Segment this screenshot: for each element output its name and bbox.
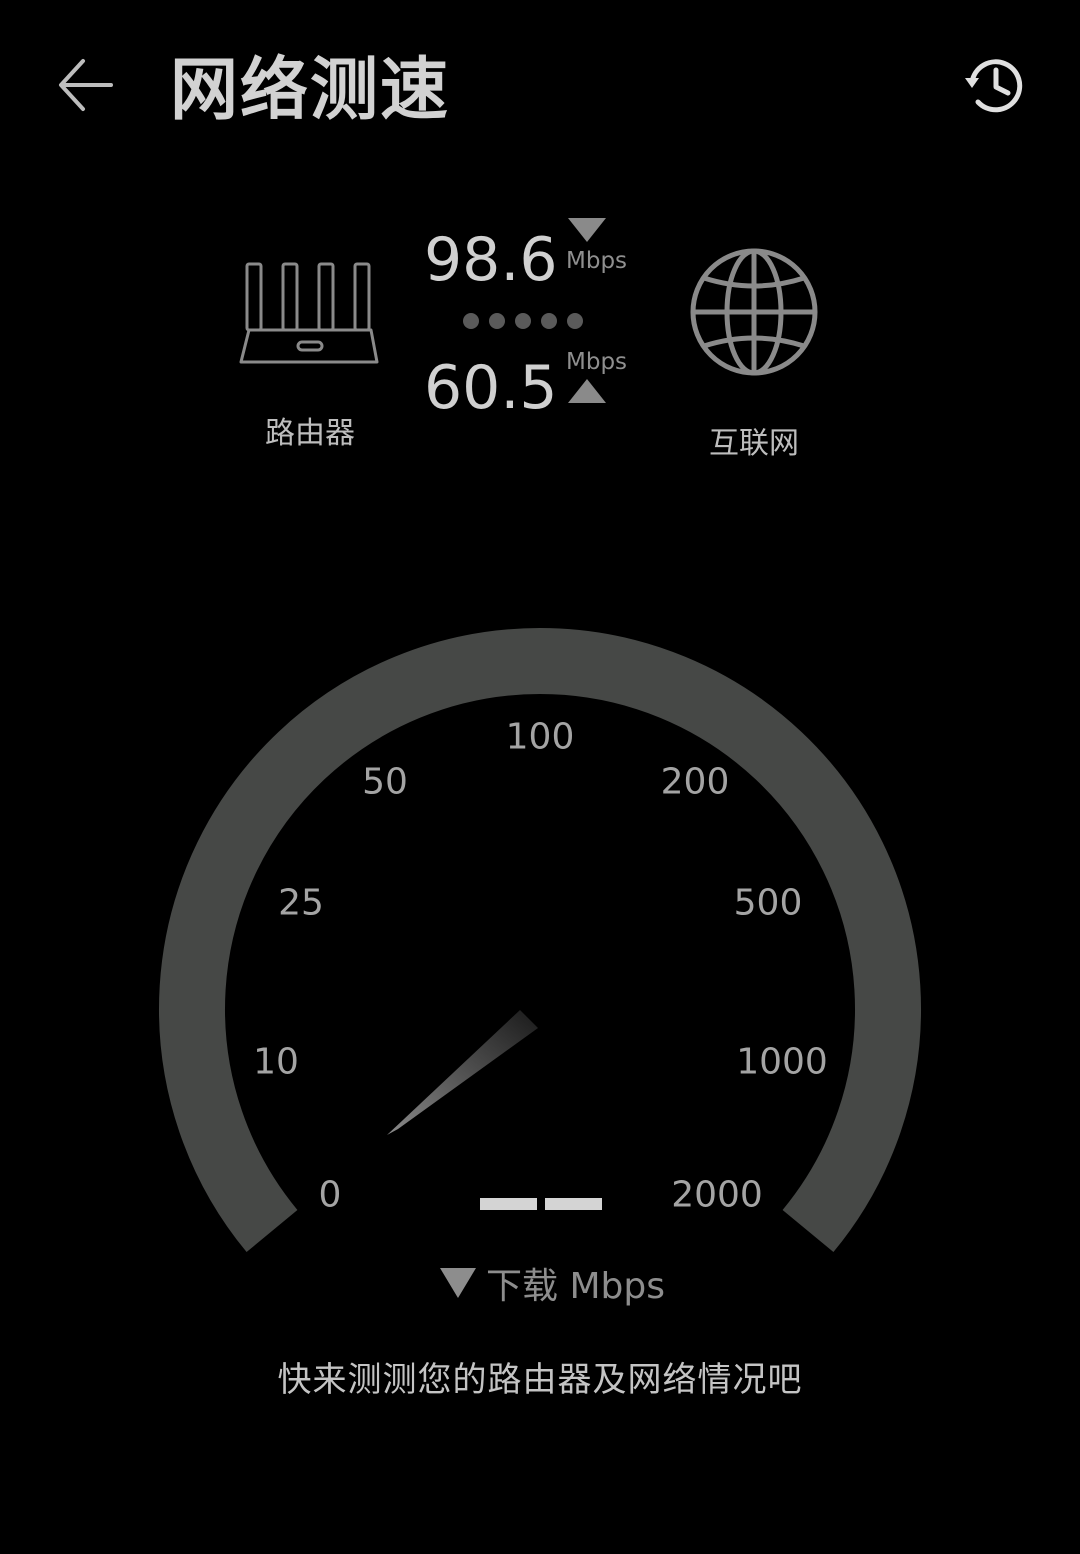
gauge-tick-label: 10 xyxy=(253,1041,299,1083)
dot xyxy=(489,313,505,329)
gauge-tick-label: 500 xyxy=(733,882,803,924)
gauge-tick-label: 0 xyxy=(318,1174,342,1216)
reading-dash xyxy=(480,1198,537,1210)
gauge-tick-label: 2000 xyxy=(671,1174,763,1216)
history-clock-icon xyxy=(965,59,1023,113)
gauge-tick-label: 1000 xyxy=(736,1041,828,1083)
gauge-tick-label: 50 xyxy=(362,761,408,803)
dot xyxy=(567,313,583,329)
internet-label: 互联网 xyxy=(709,426,799,461)
download-arrow-icon xyxy=(568,218,606,242)
upload-speed-value: 60.5 xyxy=(424,353,558,423)
gauge-caption-text: 下载 Mbps xyxy=(486,1266,665,1307)
gauge-caption: 下载 Mbps xyxy=(440,1258,665,1308)
back-button[interactable] xyxy=(40,40,130,130)
download-speed-value: 98.6 xyxy=(424,225,558,295)
dot xyxy=(515,313,531,329)
reading-dash xyxy=(545,1198,602,1210)
page-title: 网络测速 xyxy=(170,51,451,130)
back-arrow-icon xyxy=(59,59,113,111)
router-label: 路由器 xyxy=(265,416,355,451)
speed-reading-placeholder xyxy=(480,1198,602,1210)
gauge-needle xyxy=(387,1010,538,1135)
gauge-tick-label: 200 xyxy=(660,761,730,803)
gauge-tick-label: 100 xyxy=(505,716,575,758)
upload-arrow-icon xyxy=(568,379,606,403)
globe-icon xyxy=(688,246,820,378)
gauge-tick-label: 25 xyxy=(278,882,324,924)
download-triangle-icon xyxy=(440,1268,476,1298)
dot xyxy=(463,313,479,329)
speed-gauge xyxy=(159,628,921,1252)
hint-text: 快来测测您的路由器及网络情况吧 xyxy=(277,1360,803,1400)
connection-dots xyxy=(463,313,593,329)
history-button[interactable] xyxy=(950,40,1040,130)
upload-speed-unit: Mbps xyxy=(566,349,628,375)
download-speed-unit: Mbps xyxy=(566,248,628,274)
dot xyxy=(541,313,557,329)
